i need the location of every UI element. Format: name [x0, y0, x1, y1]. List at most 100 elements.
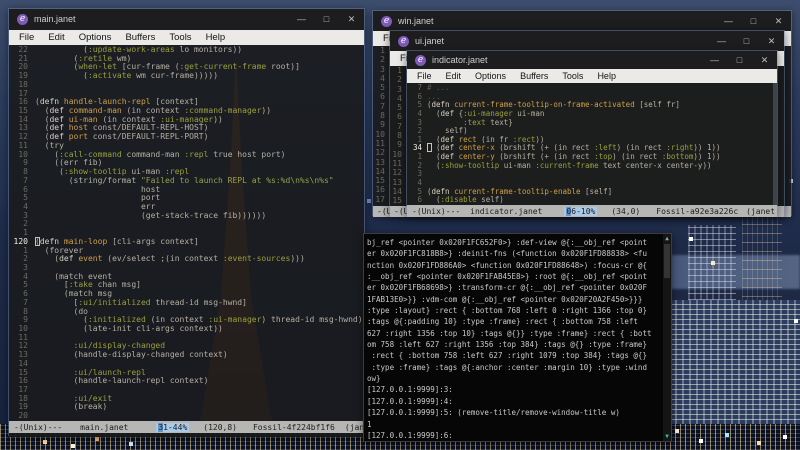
- line-number: 1: [380, 46, 385, 55]
- code-segment: (: [35, 53, 79, 63]
- menu-item-edit[interactable]: Edit: [439, 69, 469, 83]
- code-text: (handle-display-changed context): [35, 350, 228, 360]
- line-number: 3: [380, 64, 385, 74]
- code-segment: ((err fib): [35, 158, 103, 168]
- code-line: 20: [9, 411, 364, 421]
- minimize-button[interactable]: —: [289, 9, 314, 30]
- line-number: 5: [23, 193, 28, 203]
- line-number: 4: [380, 73, 385, 83]
- menu-bar[interactable]: File Edit Options Buffers Tools Help: [407, 69, 777, 83]
- code-line: 16 (handle-launch-repl context): [9, 376, 364, 386]
- close-button[interactable]: ✕: [339, 9, 364, 30]
- menu-item-options[interactable]: Options: [72, 30, 119, 45]
- maximize-button[interactable]: □: [741, 11, 766, 31]
- modeline-vc-branch: Fossil-4f224bf1f6: [252, 422, 335, 432]
- code-segment: main-loop: [63, 236, 108, 246]
- menu-item-options[interactable]: Options: [468, 69, 513, 83]
- code-segment: (ev/select ;(in context: [102, 254, 223, 264]
- code-segment: (: [35, 315, 88, 325]
- code-line: 3 (get-stack-trace fib)))))): [9, 210, 364, 221]
- code-segment: (: [35, 71, 88, 81]
- code-segment: self): [476, 195, 504, 205]
- mode-line: -(Unix)--- main.janet 31-44% (120,8) Fos…: [9, 421, 364, 433]
- modeline-major-mode: (jane: [344, 422, 364, 432]
- menu-item-tools[interactable]: Tools: [162, 30, 198, 45]
- code-segment: defn: [39, 97, 64, 107]
- menu-item-help[interactable]: Help: [199, 30, 233, 45]
- line-number: 6: [380, 92, 385, 102]
- scrollbar[interactable]: [773, 83, 777, 205]
- window-title: ui.janet: [415, 36, 445, 46]
- line-number: 6: [417, 195, 422, 205]
- line-number: 17: [375, 194, 385, 204]
- line-number: 12: [392, 168, 402, 178]
- titlebar[interactable]: e ui.janet — □ ✕: [390, 31, 784, 51]
- close-button[interactable]: ✕: [766, 11, 791, 31]
- code-segment: :ui-manager: [208, 315, 262, 325]
- line-number: 6: [23, 289, 28, 299]
- line-number: 2: [23, 254, 28, 264]
- terminal-line: :type :frame} :tags @{:anchor :center :m…: [367, 362, 647, 372]
- terminal-line: :__obj_ref <pointer 0x020F1FAB45E8>} :ro…: [367, 272, 647, 282]
- modeline-dashes: -(Unix)---: [412, 206, 461, 216]
- maximize-button[interactable]: □: [314, 9, 339, 30]
- menu-bar[interactable]: File Edit Options Buffers Tools Help: [9, 30, 364, 45]
- line-number: 7: [380, 101, 385, 111]
- code-text: (:disable self): [427, 195, 504, 205]
- minimize-button[interactable]: —: [709, 31, 734, 51]
- minimize-button[interactable]: —: [716, 11, 741, 31]
- code-editor[interactable]: 22 (:update-work-areas lo monitors)) 21 (…: [9, 45, 364, 421]
- close-button[interactable]: ✕: [752, 51, 777, 69]
- scrollbar[interactable]: ▲ ▼: [663, 234, 671, 441]
- maximize-button[interactable]: □: [734, 31, 759, 51]
- scrollbar-thumb[interactable]: [664, 244, 670, 278]
- code-segment: [self fr]: [634, 100, 680, 110]
- code-line: 19 (break): [9, 403, 364, 412]
- close-button[interactable]: ✕: [759, 31, 784, 51]
- code-text: (handle-launch-repl context): [35, 376, 209, 386]
- line-number: 9: [397, 140, 402, 150]
- menu-item-tools[interactable]: Tools: [555, 69, 590, 83]
- line-number: 20: [18, 411, 28, 421]
- code-segment: :initialized: [87, 315, 146, 325]
- code-segment: :disable: [440, 195, 477, 205]
- code-segment: [cur-frame (: [116, 62, 180, 72]
- titlebar[interactable]: e main.janet — □ ✕: [9, 9, 364, 30]
- desktop: e main.janet — □ ✕ File Edit Options Buffer…: [0, 0, 800, 450]
- terminal-output[interactable]: bj_ref <pointer 0x020F1FC652F0>} :def-vi…: [367, 237, 661, 439]
- menu-item-buffers[interactable]: Buffers: [118, 30, 162, 45]
- code-segment: :call-command: [59, 149, 122, 159]
- menu-item-help[interactable]: Help: [590, 69, 623, 83]
- terminal-line: :rect { :bottom 758 :left 627 :right 107…: [367, 351, 647, 361]
- titlebar[interactable]: e win.janet — □ ✕: [373, 11, 791, 31]
- code-segment: (handle-launch-repl context): [35, 376, 209, 386]
- code-segment: [context]: [150, 97, 199, 107]
- line-number: 10: [392, 149, 402, 159]
- scroll-up-icon[interactable]: ▲: [663, 235, 671, 242]
- modeline-buffer-name: main.janet: [80, 422, 129, 432]
- modeline-position: (120,8): [203, 422, 237, 432]
- titlebar[interactable]: e indicator.janet — □ ✕: [407, 51, 777, 69]
- menu-item-file[interactable]: File: [410, 69, 439, 83]
- line-number: 4: [23, 201, 28, 211]
- line-number: 9: [23, 158, 28, 168]
- code-segment: port: [35, 193, 161, 203]
- code-line: 10 (late-init cli-args context)): [9, 324, 364, 334]
- terminal-line: :type :layout} :rect { :bottom 768 :left…: [367, 306, 647, 316]
- line-number: 7: [23, 175, 28, 185]
- code-segment: command-man: [68, 106, 122, 116]
- code-line: 3: [407, 170, 777, 179]
- code-segment: (get-stack-trace fib)))))): [35, 210, 267, 220]
- line-number: 12: [375, 148, 385, 158]
- scroll-down-icon[interactable]: ▼: [663, 433, 671, 440]
- code-editor[interactable]: 7 # ... 6... 5 (defn current-frame-tooltip-o…: [407, 83, 777, 205]
- code-line: 6 (:disable self): [407, 195, 777, 205]
- menu-item-edit[interactable]: Edit: [41, 30, 71, 45]
- menu-item-file[interactable]: File: [12, 30, 41, 45]
- mode-line: -(Unix)--- indicator.janet 06-10% (34,0)…: [407, 205, 777, 217]
- maximize-button[interactable]: □: [727, 51, 752, 69]
- minimize-button[interactable]: —: [702, 51, 727, 69]
- code-segment: :show-tooltip: [63, 167, 127, 177]
- menu-item-buffers[interactable]: Buffers: [513, 69, 555, 83]
